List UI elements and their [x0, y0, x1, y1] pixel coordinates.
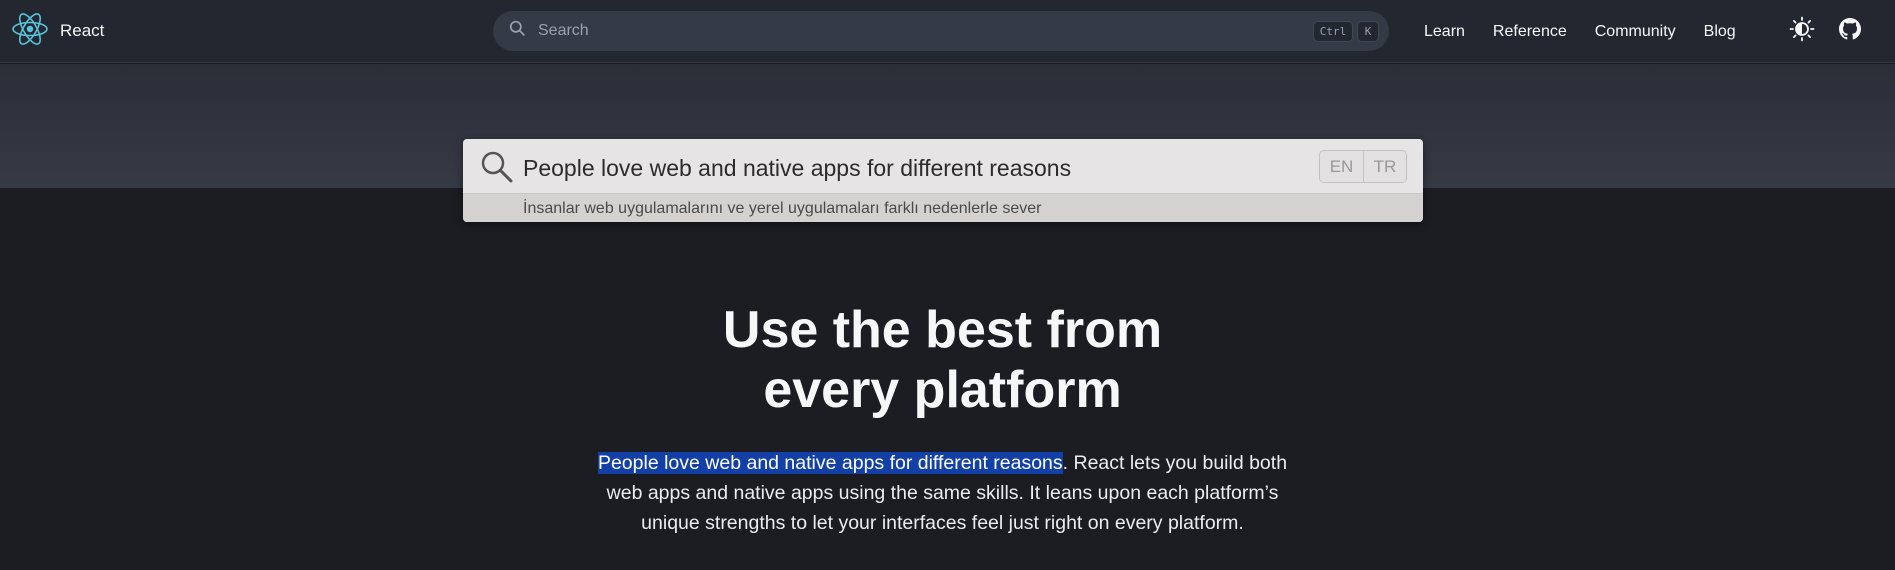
hero-description-rest: . React lets you build both: [1062, 452, 1288, 474]
shortcut-k-key: K: [1357, 21, 1379, 42]
main-nav: Learn Reference Community Blog: [1410, 0, 1750, 63]
github-link[interactable]: [1837, 17, 1863, 45]
search-placeholder: Search: [538, 22, 589, 39]
theme-toggle-button[interactable]: [1789, 16, 1815, 47]
translation-result-text: İnsanlar web uygulamalarını ve yerel uyg…: [523, 200, 1042, 217]
lang-source-button[interactable]: EN: [1320, 151, 1363, 182]
translation-source-text: People love web and native apps for diff…: [523, 155, 1072, 181]
top-navbar: React Search Ctrl K Learn Reference Comm…: [0, 0, 1895, 63]
shortcut-ctrl-key: Ctrl: [1313, 21, 1353, 42]
translation-popup: People love web and native apps for diff…: [463, 139, 1423, 222]
selected-text-highlight: People love web and native apps for diff…: [597, 452, 1063, 474]
translation-result-row: İnsanlar web uygulamalarını ve yerel uyg…: [463, 194, 1423, 222]
search-icon: [509, 20, 526, 42]
nav-link-blog[interactable]: Blog: [1690, 23, 1750, 41]
react-logo-icon: [10, 9, 50, 54]
language-switcher: EN TR: [1319, 150, 1407, 183]
nav-link-learn[interactable]: Learn: [1410, 23, 1479, 41]
search-button[interactable]: Search Ctrl K: [493, 11, 1389, 51]
hero-description: People love web and native apps for diff…: [565, 448, 1320, 538]
hero-title-line-1: Use the best from: [722, 301, 1163, 359]
hero-title-line-2: every platform: [763, 361, 1122, 419]
nav-link-community[interactable]: Community: [1581, 23, 1690, 41]
hero-description-line-3: unique strengths to let your interfaces …: [641, 512, 1244, 534]
github-icon: [1839, 17, 1861, 45]
translation-source-row: People love web and native apps for diff…: [463, 139, 1423, 194]
hero-title: Use the best from every platform: [0, 300, 1885, 420]
search-icon: [480, 150, 514, 189]
brand-name: React: [60, 21, 105, 40]
lang-target-button[interactable]: TR: [1363, 151, 1406, 182]
hero-description-line-2: web apps and native apps using the same …: [606, 482, 1279, 504]
brand-home-link[interactable]: React: [10, 12, 104, 50]
nav-link-reference[interactable]: Reference: [1479, 23, 1581, 41]
sun-moon-icon: [1789, 16, 1815, 47]
